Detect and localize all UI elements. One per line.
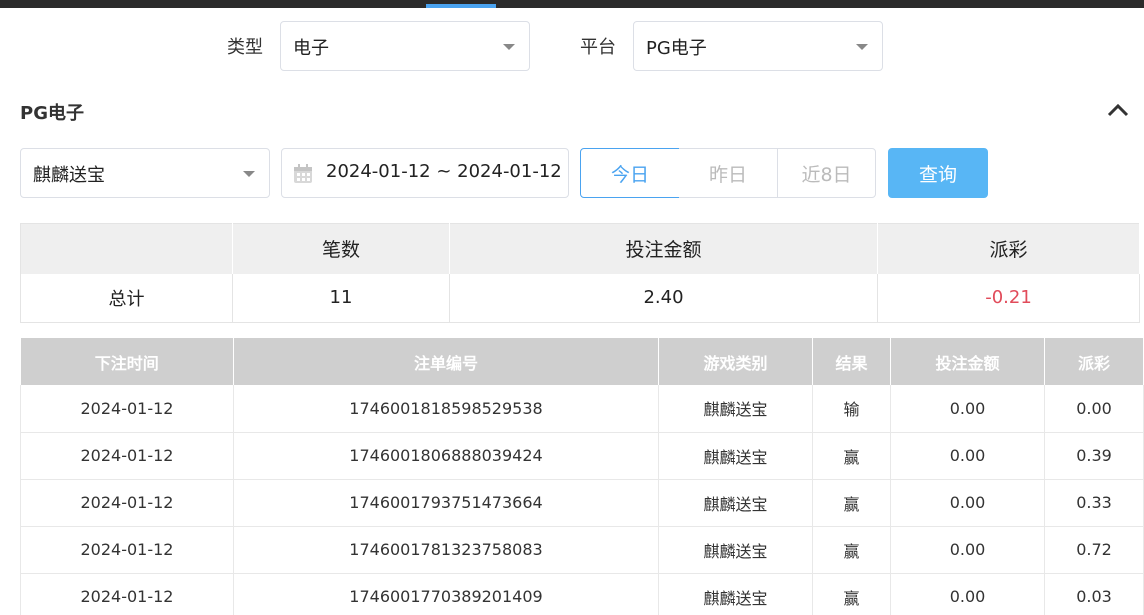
table-row: 2024-01-12 1746001818598529538 麒麟送宝 输 0.… [20,385,1144,433]
cell-result: 赢 [812,526,891,574]
date-range-value: 2024-01-12 ~ 2024-01-12 [326,161,562,182]
cell-payout: 0.39 [1044,432,1144,480]
date-range-picker[interactable]: 2024-01-12 ~ 2024-01-12 [281,148,569,198]
chevron-up-icon[interactable] [1106,100,1130,120]
platform-select[interactable]: PG电子 [633,21,883,71]
summary-total-bet-amount: 2.40 [449,273,878,323]
cell-bet-time: 2024-01-12 [20,432,234,480]
game-select[interactable]: 麒麟送宝 [20,148,270,198]
summary-total-label: 总计 [20,273,233,323]
cell-order-number: 1746001806888039424 [233,432,659,480]
cell-result: 赢 [812,479,891,527]
cell-game-category: 麒麟送宝 [658,432,813,480]
query-button[interactable]: 查询 [888,148,988,198]
cell-bet-amount: 0.00 [890,573,1045,615]
platform-select-value: PG电子 [646,38,707,59]
cell-payout: 0.72 [1044,526,1144,574]
top-nav-bar [0,0,1144,8]
cell-bet-time: 2024-01-12 [20,479,234,527]
cell-game-category: 麒麟送宝 [658,385,813,433]
yesterday-button[interactable]: 昨日 [679,148,778,198]
summary-header-payout: 派彩 [877,223,1140,274]
cell-order-number: 1746001781323758083 [233,526,659,574]
active-tab-indicator [426,4,496,8]
summary-total-count: 11 [232,273,450,323]
cell-bet-time: 2024-01-12 [20,526,234,574]
cell-bet-amount: 0.00 [890,479,1045,527]
header-game-category: 游戏类别 [658,338,813,385]
type-select-value: 电子 [293,38,329,59]
section-title: PG电子 [20,103,84,124]
cell-order-number: 1746001793751473664 [233,479,659,527]
header-bet-time: 下注时间 [20,338,234,385]
cell-game-category: 麒麟送宝 [658,479,813,527]
summary-total-payout: -0.21 [877,273,1140,323]
header-order-number: 注单编号 [233,338,659,385]
cell-result: 赢 [812,432,891,480]
summary-header-bet-amount: 投注金额 [449,223,878,274]
table-row: 2024-01-12 1746001770389201409 麒麟送宝 赢 0.… [20,573,1144,615]
cell-result: 输 [812,385,891,433]
cell-result: 赢 [812,573,891,615]
last-8-days-button[interactable]: 近8日 [777,148,876,198]
table-row: 2024-01-12 1746001781323758083 麒麟送宝 赢 0.… [20,526,1144,574]
cell-payout: 0.03 [1044,573,1144,615]
summary-header-blank [20,223,233,274]
cell-order-number: 1746001818598529538 [233,385,659,433]
table-row: 2024-01-12 1746001806888039424 麒麟送宝 赢 0.… [20,432,1144,480]
cell-bet-amount: 0.00 [890,432,1045,480]
summary-header-row: 笔数 投注金额 派彩 [20,223,1140,274]
cell-payout: 0.00 [1044,385,1144,433]
header-payout: 派彩 [1044,338,1144,385]
header-bet-amount: 投注金额 [890,338,1045,385]
chevron-down-icon [503,44,515,50]
chevron-down-icon [243,171,255,177]
records-header-row: 下注时间 注单编号 游戏类别 结果 投注金额 派彩 [20,338,1144,385]
cell-game-category: 麒麟送宝 [658,573,813,615]
calendar-icon [294,164,312,183]
type-select[interactable]: 电子 [280,21,530,71]
cell-bet-amount: 0.00 [890,526,1045,574]
today-button[interactable]: 今日 [580,148,680,198]
cell-bet-amount: 0.00 [890,385,1045,433]
game-select-value: 麒麟送宝 [33,165,105,186]
chevron-down-icon [856,44,868,50]
platform-label: 平台 [580,37,616,58]
table-row: 2024-01-12 1746001793751473664 麒麟送宝 赢 0.… [20,479,1144,527]
cell-order-number: 1746001770389201409 [233,573,659,615]
summary-header-count: 笔数 [232,223,450,274]
summary-table: 笔数 投注金额 派彩 总计 11 2.40 -0.21 [20,223,1140,323]
cell-bet-time: 2024-01-12 [20,385,234,433]
cell-payout: 0.33 [1044,479,1144,527]
cell-game-category: 麒麟送宝 [658,526,813,574]
cell-bet-time: 2024-01-12 [20,573,234,615]
summary-total-row: 总计 11 2.40 -0.21 [20,273,1140,323]
type-label: 类型 [227,37,263,58]
header-result: 结果 [812,338,891,385]
bet-records-table: 下注时间 注单编号 游戏类别 结果 投注金额 派彩 2024-01-12 174… [20,338,1144,615]
